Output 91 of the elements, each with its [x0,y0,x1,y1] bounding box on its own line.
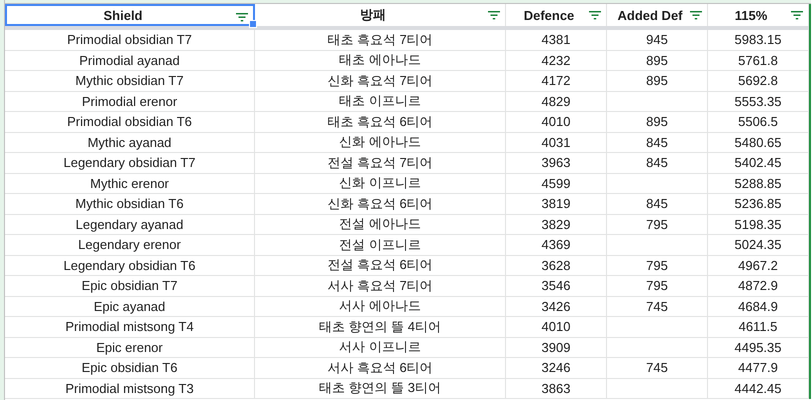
table-cell: 태초 흑요석 7티어 [255,30,506,50]
table-cell: 5480.65 [708,132,809,153]
table-cell: 5236.85 [708,194,809,214]
table-cell: Legendary obsidian T6 [5,256,255,276]
table-cell: 4381 [506,30,607,50]
table-cell: 3963 [506,153,607,174]
table-cell: 4829 [506,92,607,112]
table-cell: 태초 향연의 뜰 3티어 [255,378,506,399]
table-cell: 태초 향연의 뜰 4티어 [255,317,506,338]
table-cell: 845 [607,132,708,153]
table-cell: Legendary obsidian T7 [5,153,255,174]
table-cell: 4495.35 [708,338,809,358]
table-cell: 태초 이프니르 [255,92,506,112]
table-cell: 4872.9 [708,276,809,296]
table-cell: 895 [607,71,708,92]
table-cell: Epic erenor [5,338,255,358]
filter-icon[interactable] [236,12,248,22]
table-cell: Primodial mistsong T3 [5,378,255,399]
table-cell: 서사 에아나드 [255,296,506,317]
table-cell: 3829 [506,214,607,235]
table-cell: 4477.9 [708,358,809,378]
table-cell: 4611.5 [708,317,809,338]
table-cell: 전설 이프니르 [255,235,506,256]
table-cell: Mythic obsidian T7 [5,71,255,92]
table-cell: 서사 흑요석 7티어 [255,276,506,296]
table-cell: 4684.9 [708,296,809,317]
table-cell: 5983.15 [708,30,809,50]
table-cell: 4442.45 [708,378,809,399]
table-cell: Epic obsidian T6 [5,358,255,378]
table-cell: 신화 이프니르 [255,174,506,194]
table-cell: 신화 에아나드 [255,132,506,153]
table-cell: 3426 [506,296,607,317]
table-cell: Mythic erenor [5,174,255,194]
filter-icon[interactable] [690,10,702,20]
table-cell: 4369 [506,235,607,256]
column-header[interactable]: Shield [5,4,255,26]
table-cell: 신화 흑요석 6티어 [255,194,506,214]
table-cell: 서사 흑요석 6티어 [255,358,506,378]
table-cell: Epic ayanad [5,296,255,317]
table-cell: 5553.35 [708,92,809,112]
table-cell: 신화 흑요석 7티어 [255,71,506,92]
table-cell: 895 [607,50,708,71]
table-cell: 3246 [506,358,607,378]
table-cell: 895 [607,112,708,132]
table-cell: 태초 흑요석 6티어 [255,112,506,132]
table-cell: 4010 [506,112,607,132]
table-cell: 745 [607,358,708,378]
table-cell: 전설 에아나드 [255,214,506,235]
table-cell: 서사 이프니르 [255,338,506,358]
table-cell: 795 [607,214,708,235]
table-cell: Primodial ayanad [5,50,255,71]
table-cell: 태초 에아나드 [255,50,506,71]
table-cell: Primodial mistsong T4 [5,317,255,338]
table-cell: 3546 [506,276,607,296]
table-cell: 745 [607,296,708,317]
table-cell: 4172 [506,71,607,92]
table-cell: Epic obsidian T7 [5,276,255,296]
table-cell: 3628 [506,256,607,276]
table-cell: 5024.35 [708,235,809,256]
table-cell: 5288.85 [708,174,809,194]
table-cell: 5198.35 [708,214,809,235]
table-cell: Primodial erenor [5,92,255,112]
table-cell: Legendary ayanad [5,214,255,235]
table-cell: 3909 [506,338,607,358]
table-cell: Primodial obsidian T7 [5,30,255,50]
table-cell: 전설 흑요석 7티어 [255,153,506,174]
table-cell: 4967.2 [708,256,809,276]
table-cell: 5761.8 [708,50,809,71]
table-cell: 795 [607,256,708,276]
table-cell: 4232 [506,50,607,71]
table-cell: Legendary erenor [5,235,255,256]
table-cell: 4010 [506,317,607,338]
table-cell: 4599 [506,174,607,194]
table-cell: Mythic ayanad [5,132,255,153]
table-cell: 845 [607,153,708,174]
table-cell: 4031 [506,132,607,153]
filter-icon[interactable] [589,10,601,20]
table-cell: 3863 [506,378,607,399]
table-cell: 3819 [506,194,607,214]
selection-handle[interactable] [249,20,257,28]
table-cell: 전설 흑요석 6티어 [255,256,506,276]
filter-icon[interactable] [488,10,500,20]
table-cell: Mythic obsidian T6 [5,194,255,214]
table-cell: 795 [607,276,708,296]
filter-icon[interactable] [791,10,803,20]
table-cell: 5692.8 [708,71,809,92]
table-cell: 945 [607,30,708,50]
table-cell: 5402.45 [708,153,809,174]
table-cell: 5506.5 [708,112,809,132]
table-cell: 845 [607,194,708,214]
table-cell: Primodial obsidian T6 [5,112,255,132]
